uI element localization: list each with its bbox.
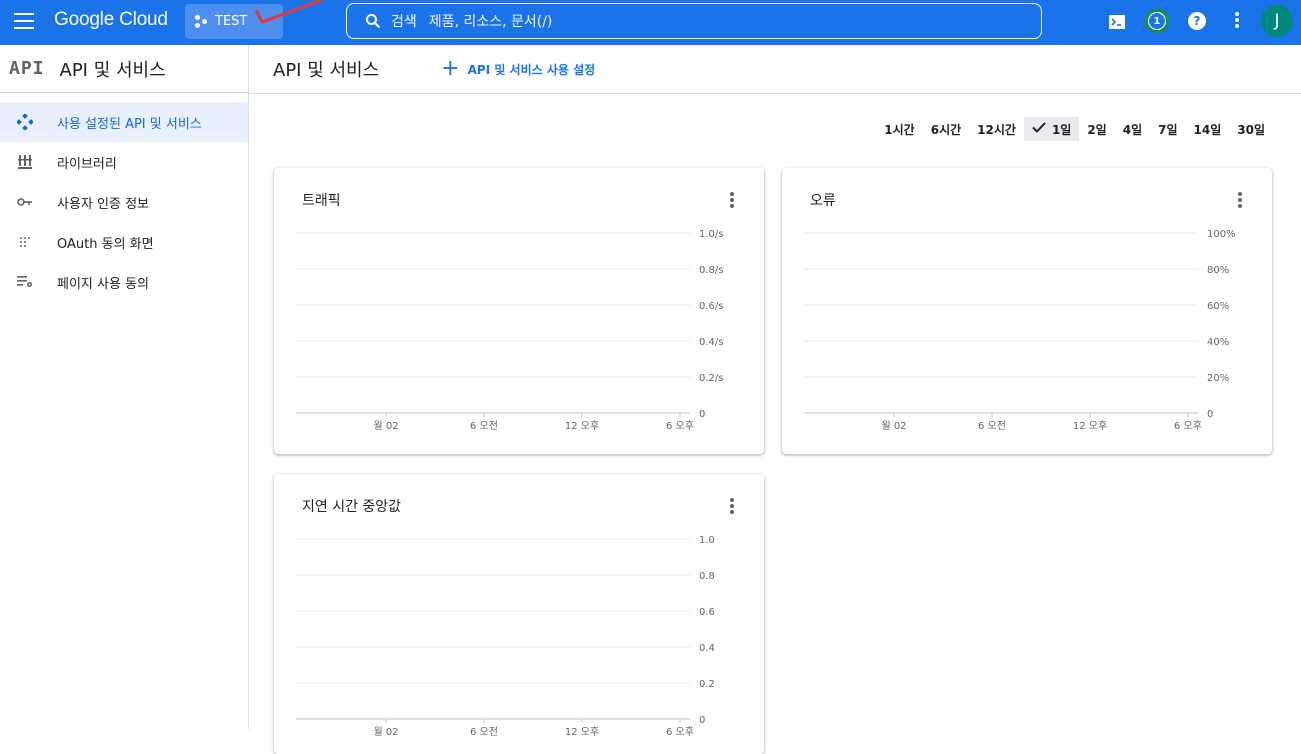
y-tick-label: 1.0 — [699, 535, 715, 546]
y-tick-label: 20% — [1207, 373, 1229, 384]
google-cloud-logo[interactable]: Google Cloud — [54, 9, 168, 31]
latency-chart-card: 지연 시간 중앙값 0 0.2 0.4 0.6 0.8 1.0 월 02 6 오전 12 오후 6… — [274, 474, 764, 754]
time-range-label: 1일 — [1051, 122, 1072, 137]
check-icon — [1032, 122, 1046, 136]
time-range-30d[interactable]: 30일 — [1229, 117, 1273, 141]
sidebar-item-label: 페이지 사용 동의 — [57, 276, 149, 292]
key-icon — [16, 193, 34, 211]
sidebar-item-oauth[interactable]: OAuth 동의 화면 — [0, 222, 248, 262]
search-input[interactable]: 검색 제품, 리소스, 문서(/) — [346, 3, 1042, 39]
sidebar-item-page-usage[interactable]: 페이지 사용 동의 — [0, 262, 248, 302]
more-options-icon[interactable] — [1230, 12, 1244, 32]
y-tick-label: 0.8/s — [699, 265, 723, 276]
y-tick-label: 1.0/s — [699, 229, 723, 240]
y-tick-label: 0.2 — [699, 679, 715, 690]
y-tick-label: 0 — [1207, 409, 1213, 420]
sidebar-header: API API 및 서비스 — [0, 45, 248, 93]
sidebar-item-credentials[interactable]: 사용자 인증 정보 — [0, 182, 248, 222]
cloud-shell-icon[interactable] — [1106, 11, 1128, 33]
errors-chart-card: 오류 0 20% 40% 60% 80% 100% 월 02 6 오전 12 오후 6 오후 — [782, 168, 1272, 454]
y-tick-label: 0.8 — [699, 571, 715, 582]
sidebar-title: API 및 서비스 — [59, 59, 166, 81]
diamond-api-icon — [16, 113, 34, 131]
settings-list-icon — [16, 273, 34, 291]
red-annotation-mark — [254, 0, 323, 24]
top-app-bar: Google Cloud TEST 검색 제품, 리소스, 문서(/) 1 ? … — [0, 0, 1301, 45]
enable-apis-button[interactable]: + API 및 서비스 사용 설정 — [441, 58, 595, 80]
time-range-14d[interactable]: 14일 — [1186, 117, 1230, 141]
sidebar-item-enabled-apis[interactable]: 사용 설정된 API 및 서비스 — [0, 102, 248, 142]
help-icon[interactable]: ? — [1188, 12, 1206, 30]
time-range-12h[interactable]: 12시간 — [969, 117, 1024, 141]
search-label: 검색 — [391, 14, 417, 30]
menu-icon[interactable] — [14, 13, 34, 29]
sidebar-item-label: OAuth 동의 화면 — [57, 236, 154, 252]
y-tick-label: 0.6/s — [699, 301, 723, 312]
x-tick-label: 월 02 — [373, 726, 398, 738]
notification-badge[interactable]: 1 — [1145, 9, 1169, 33]
x-tick-label: 6 오후 — [1174, 420, 1202, 432]
x-tick-label: 월 02 — [373, 420, 398, 432]
search-placeholder: 제품, 리소스, 문서(/) — [428, 14, 553, 30]
y-tick-label: 0 — [699, 715, 705, 726]
traffic-chart: 0 0.2/s 0.4/s 0.6/s 0.8/s 1.0/s 월 02 6 오전 12 오후 6… — [296, 229, 723, 432]
sidebar-item-label: 사용 설정된 API 및 서비스 — [57, 116, 202, 132]
sidebar: API API 및 서비스 사용 설정된 API 및 서비스 라이브러리 사용자… — [0, 45, 249, 729]
x-tick-label: 12 오후 — [565, 420, 599, 432]
x-tick-label: 월 02 — [881, 420, 906, 432]
y-tick-label: 0.4 — [699, 643, 715, 654]
search-icon — [366, 14, 381, 29]
time-range-6h[interactable]: 6시간 — [923, 117, 969, 141]
y-tick-label: 0 — [699, 409, 705, 420]
sidebar-item-label: 사용자 인증 정보 — [57, 196, 149, 212]
page-title: API 및 서비스 — [273, 60, 380, 81]
time-range-1h[interactable]: 1시간 — [876, 117, 922, 141]
x-tick-label: 6 오전 — [470, 420, 498, 432]
errors-chart: 0 20% 40% 60% 80% 100% 월 02 6 오전 12 오후 6 오후 — [804, 229, 1236, 432]
library-icon — [16, 153, 34, 171]
sidebar-item-library[interactable]: 라이브러리 — [0, 142, 248, 182]
oauth-icon — [16, 233, 34, 251]
project-icon — [195, 14, 209, 29]
y-tick-label: 0.6 — [699, 607, 715, 618]
api-logo-icon: API — [9, 58, 45, 79]
y-tick-label: 0.4/s — [699, 337, 723, 348]
time-range-4d[interactable]: 4일 — [1115, 117, 1150, 141]
time-range-7d[interactable]: 7일 — [1150, 117, 1185, 141]
page-header: API 및 서비스 + API 및 서비스 사용 설정 — [249, 45, 1301, 94]
plus-icon: + — [441, 56, 460, 81]
main-content: API 및 서비스 + API 및 서비스 사용 설정 1시간 6시간 12시간… — [249, 45, 1301, 754]
x-tick-label: 6 오전 — [470, 726, 498, 738]
time-range-selector: 1시간 6시간 12시간 1일 2일 4일 7일 14일 30일 — [876, 117, 1273, 141]
x-tick-label: 6 오후 — [666, 726, 694, 738]
y-tick-label: 60% — [1207, 301, 1229, 312]
time-range-2d[interactable]: 2일 — [1079, 117, 1114, 141]
x-tick-label: 12 오후 — [1073, 420, 1107, 432]
sidebar-item-label: 라이브러리 — [57, 156, 117, 172]
project-name: TEST — [215, 14, 248, 29]
y-tick-label: 100% — [1207, 229, 1236, 240]
avatar[interactable]: J — [1261, 5, 1293, 37]
enable-apis-label: API 및 서비스 사용 설정 — [467, 62, 596, 77]
y-tick-label: 0.2/s — [699, 373, 723, 384]
y-tick-label: 80% — [1207, 265, 1229, 276]
latency-chart: 0 0.2 0.4 0.6 0.8 1.0 월 02 6 오전 12 오후 6 오후 — [296, 535, 715, 738]
x-tick-label: 6 오전 — [978, 420, 1006, 432]
x-tick-label: 6 오후 — [666, 420, 694, 432]
traffic-chart-card: 트래픽 0 0.2/s 0.4/s 0.6/s 0.8/s 1.0/s 월 02 6 오전 12… — [274, 168, 764, 454]
time-range-1d[interactable]: 1일 — [1023, 117, 1080, 141]
x-tick-label: 12 오후 — [565, 726, 599, 738]
y-tick-label: 40% — [1207, 337, 1229, 348]
